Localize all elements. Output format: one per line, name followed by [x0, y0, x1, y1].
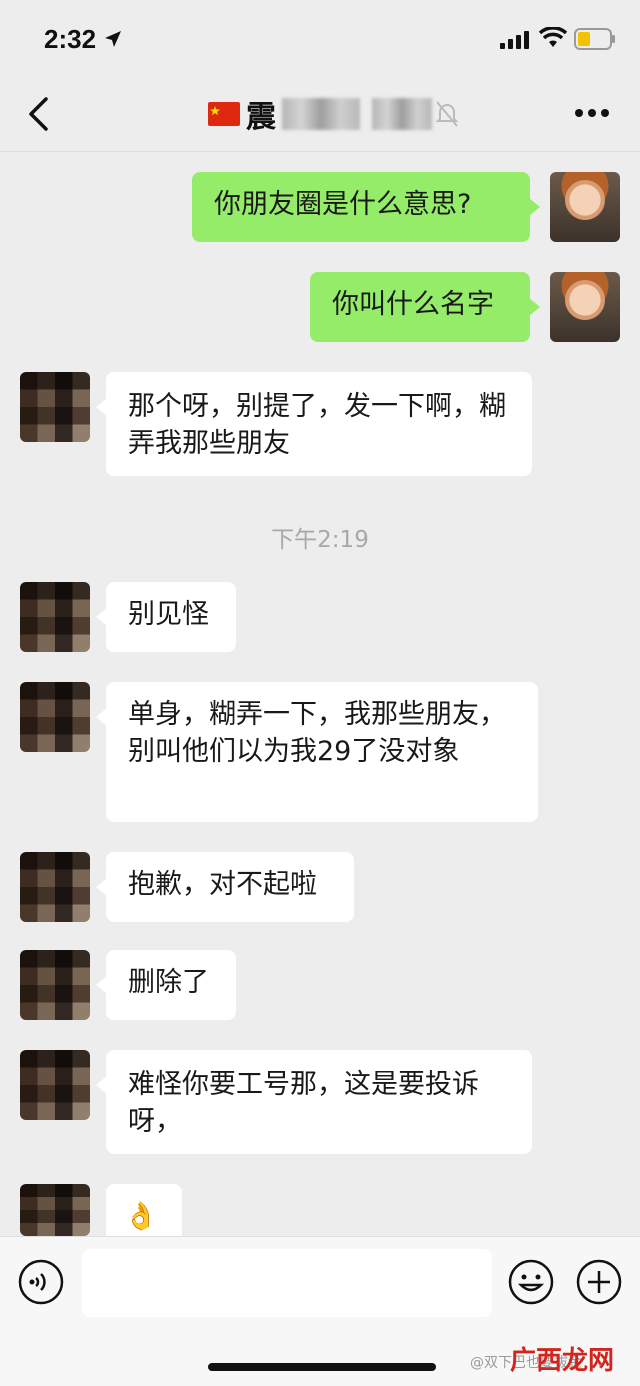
contact-avatar[interactable]: [20, 1184, 90, 1236]
contact-avatar[interactable]: [20, 372, 90, 442]
message-bubble[interactable]: 别见怪: [96, 582, 236, 652]
blurred-name: [372, 98, 432, 130]
chat-header: 震: [0, 80, 640, 152]
voice-input-icon[interactable]: [18, 1259, 64, 1305]
cellular-signal-icon: [500, 31, 529, 49]
status-bar: 2:32: [0, 0, 640, 80]
contact-avatar[interactable]: [20, 682, 90, 752]
contact-avatar[interactable]: [20, 1050, 90, 1120]
status-time: 2:32: [44, 24, 97, 54]
wifi-icon: [539, 27, 567, 47]
plus-icon[interactable]: [576, 1259, 622, 1305]
back-arrow-icon[interactable]: [26, 96, 50, 132]
home-indicator[interactable]: [208, 1363, 436, 1371]
message-bubble[interactable]: 删除了: [96, 950, 236, 1020]
site-logo: 广西龙网: [510, 1346, 615, 1376]
my-avatar[interactable]: [550, 272, 620, 342]
message-bubble[interactable]: 那个呀，别提了，发一下啊，糊弄我那些朋友: [96, 372, 532, 476]
my-avatar[interactable]: [550, 172, 620, 242]
emoji-icon[interactable]: [508, 1259, 554, 1305]
location-arrow-icon: [105, 31, 121, 47]
more-options-icon[interactable]: [574, 108, 610, 118]
message-bubble[interactable]: 你朋友圈是什么意思?: [192, 172, 540, 242]
china-flag-icon: [208, 102, 240, 126]
battery-icon: [574, 28, 615, 50]
contact-avatar[interactable]: [20, 950, 90, 1020]
blurred-name: [282, 98, 360, 130]
message-bubble[interactable]: 抱歉，对不起啦: [96, 852, 354, 922]
message-bubble[interactable]: 难怪你要工号那，这是要投诉呀，: [96, 1050, 532, 1154]
contact-avatar[interactable]: [20, 852, 90, 922]
time-separator: 下午2:19: [271, 527, 369, 553]
chat-title-group: 震: [208, 90, 458, 138]
chat-title: 震: [246, 100, 276, 135]
mute-bell-icon: [436, 101, 458, 127]
message-bubble[interactable]: 单身，糊弄一下，我那些朋友，别叫他们以为我29了没对象: [96, 682, 538, 822]
message-bubble[interactable]: 👌: [106, 1184, 182, 1236]
message-input[interactable]: [82, 1249, 492, 1317]
message-bubble[interactable]: 你叫什么名字: [310, 272, 540, 342]
contact-avatar[interactable]: [20, 582, 90, 652]
